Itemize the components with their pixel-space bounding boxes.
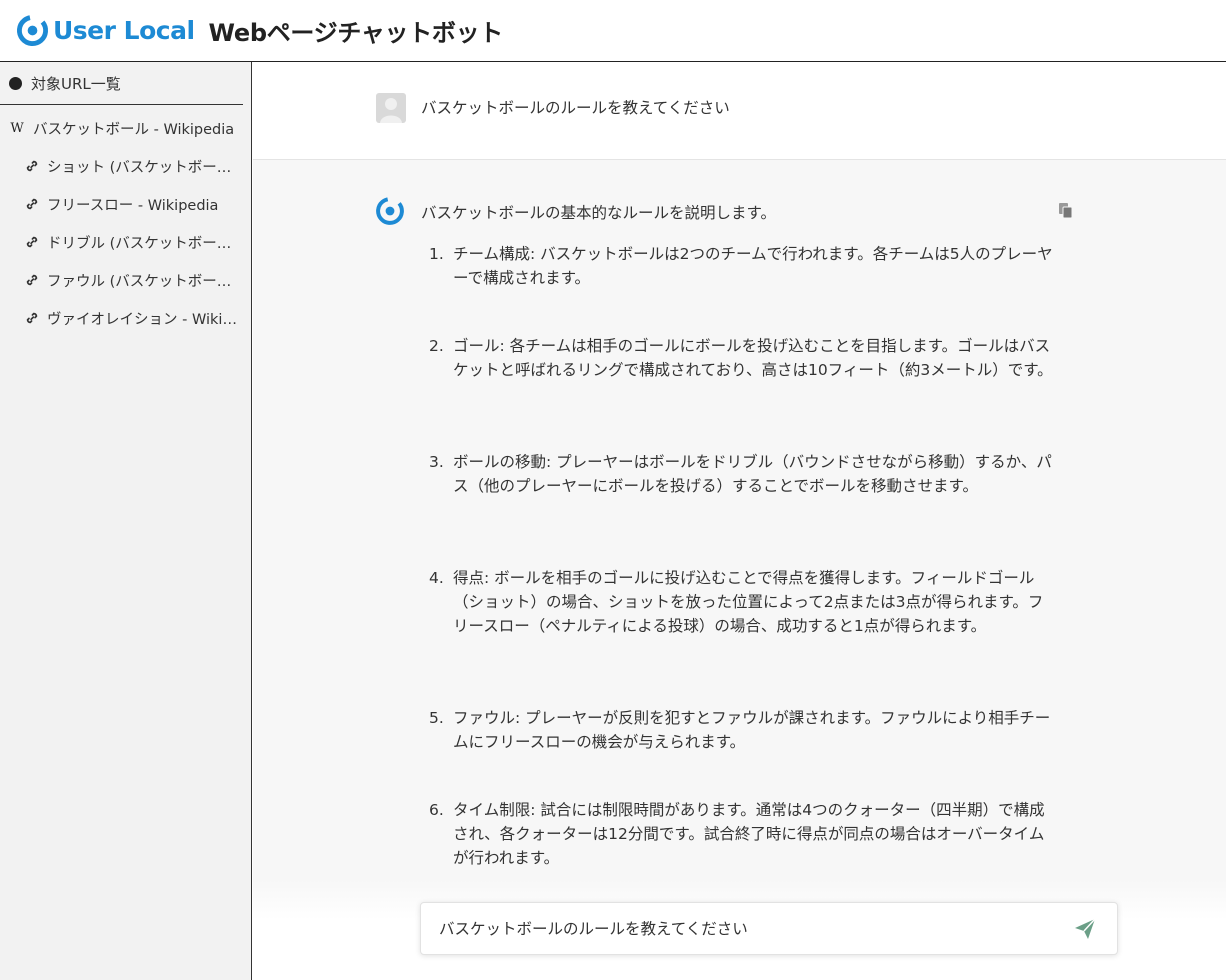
bot-avatar-icon [376, 197, 404, 225]
answer-number: 2. [429, 337, 444, 355]
link-icon [26, 274, 38, 286]
answer-text: タイム制限: 試合には制限時間があります。通常は4つのクォーター（四半期）で構成… [453, 801, 1045, 867]
user-avatar-icon [376, 93, 406, 123]
send-icon[interactable] [1073, 917, 1097, 941]
bullet-icon [9, 76, 22, 90]
answer-number: 6. [429, 801, 444, 819]
sidebar-item-freethrow[interactable]: フリースロー - Wikipedia [0, 190, 243, 218]
userlocal-logo-icon [16, 14, 49, 47]
sidebar: 対象URL一覧 W バスケットボール - Wikipedia ショット (バスケ… [0, 62, 252, 980]
sidebar-item-label: ドリブル (バスケットボール) - Wikipedia [47, 235, 237, 252]
logo-text: User Local [53, 16, 195, 45]
app-header: User Local Webページチャットボット [0, 0, 1226, 62]
userlocal-logo[interactable]: User Local [16, 14, 195, 47]
chat-input-box [420, 902, 1118, 955]
link-icon [26, 198, 38, 210]
sidebar-item-shot[interactable]: ショット (バスケットボール) - Wikipedia [0, 152, 243, 180]
bot-response: バスケットボールの基本的なルールを説明します。 1. チーム構成: バスケットボ… [253, 160, 1226, 920]
answer-item: 3. ボールの移動: プレーヤーはボールをドリブル（バウンドさせながら移動）する… [429, 450, 1054, 498]
answer-text: ゴール: 各チームは相手のゴールにボールを投げ込むことを目指します。ゴールはバス… [453, 337, 1053, 379]
sidebar-item-label: ヴァイオレイション - Wikipedia [47, 311, 237, 328]
answer-text: ファウル: プレーヤーが反則を犯すとファウルが課されます。ファウルにより相手チー… [453, 709, 1051, 751]
sidebar-heading: 対象URL一覧 [0, 62, 243, 105]
link-icon [26, 160, 38, 172]
answer-number: 3. [429, 453, 444, 471]
answer-item: 1. チーム構成: バスケットボールは2つのチームで行われます。各チームは5人の… [429, 242, 1054, 290]
chat-main: バスケットボールのルールを教えてください バスケットボールの基本的なルールを説明… [253, 62, 1226, 980]
answer-number: 1. [429, 245, 444, 263]
user-message-row: バスケットボールのルールを教えてください [253, 62, 1226, 160]
sidebar-item-dribble[interactable]: ドリブル (バスケットボール) - Wikipedia [0, 228, 243, 256]
answer-text: チーム構成: バスケットボールは2つのチームで行われます。各チームは5人のプレー… [453, 245, 1053, 287]
answer-text: 得点: ボールを相手のゴールに投げ込むことで得点を獲得します。フィールドゴール（… [453, 569, 1044, 635]
answer-item: 4. 得点: ボールを相手のゴールに投げ込むことで得点を獲得します。フィールドゴ… [429, 566, 1054, 638]
answer-number: 4. [429, 569, 444, 587]
answer-number: 5. [429, 709, 444, 727]
chat-input[interactable] [439, 915, 1049, 941]
sidebar-item-foul[interactable]: ファウル (バスケットボール) - Wikipedia [0, 266, 243, 294]
wikipedia-icon: W [10, 120, 24, 136]
sidebar-item-label: バスケットボール - Wikipedia [33, 121, 235, 138]
link-icon [26, 236, 38, 248]
app-title: Webページチャットボット [208, 19, 504, 47]
sidebar-item-violation[interactable]: ヴァイオレイション - Wikipedia [0, 304, 243, 332]
sidebar-heading-label: 対象URL一覧 [31, 74, 121, 93]
bot-intro-text: バスケットボールの基本的なルールを説明します。 [421, 204, 776, 222]
sidebar-item-basketball[interactable]: W バスケットボール - Wikipedia [0, 114, 243, 142]
answer-item: 5. ファウル: プレーヤーが反則を犯すとファウルが課されます。ファウルにより相… [429, 706, 1054, 754]
answer-text: ボールの移動: プレーヤーはボールをドリブル（バウンドさせながら移動）するか、パ… [453, 453, 1052, 495]
answer-item: 2. ゴール: 各チームは相手のゴールにボールを投げ込むことを目指します。ゴール… [429, 334, 1054, 382]
link-icon [26, 312, 38, 324]
user-message: バスケットボールのルールを教えてください [421, 99, 730, 117]
sidebar-item-label: ファウル (バスケットボール) - Wikipedia [47, 273, 237, 290]
sidebar-item-label: フリースロー - Wikipedia [47, 197, 219, 214]
sidebar-item-label: ショット (バスケットボール) - Wikipedia [47, 159, 237, 176]
answer-item: 6. タイム制限: 試合には制限時間があります。通常は4つのクォーター（四半期）… [429, 798, 1054, 870]
copy-icon[interactable] [1058, 202, 1074, 219]
